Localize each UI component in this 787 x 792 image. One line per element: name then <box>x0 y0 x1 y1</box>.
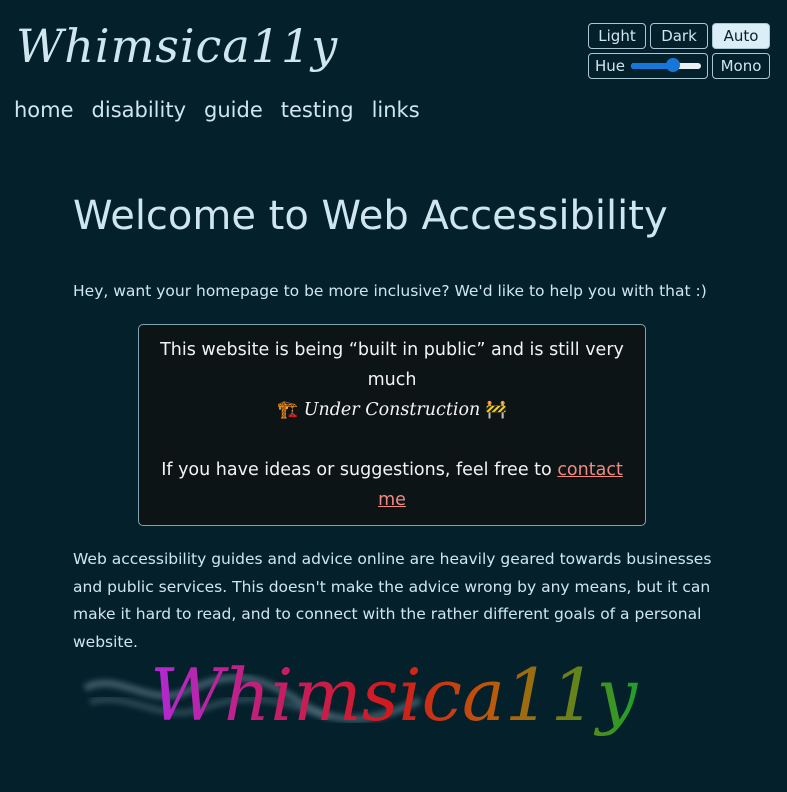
construction-notice: This website is being “built in public” … <box>138 324 646 526</box>
mono-mode-button[interactable]: Mono <box>712 53 770 79</box>
barrier-icon: 🚧 <box>485 400 508 420</box>
banner-text: Whimsica11y <box>150 653 639 737</box>
light-mode-button[interactable]: Light <box>588 23 646 49</box>
site-logo[interactable]: Whimsica11y <box>16 16 338 76</box>
nav-links[interactable]: links <box>372 98 420 122</box>
main-content: Welcome to Web Accessibility Hey, want y… <box>73 190 723 656</box>
main-nav: home disability guide testing links <box>14 98 420 122</box>
ideas-text: If you have ideas or suggestions, feel f… <box>161 460 552 480</box>
nav-disability[interactable]: disability <box>92 98 186 122</box>
whimsically-banner: Whimsica11y <box>83 653 639 737</box>
ideas-line: If you have ideas or suggestions, feel f… <box>153 455 631 515</box>
construction-label: Under Construction <box>303 400 481 420</box>
crane-icon: 🏗️ <box>276 400 299 420</box>
construction-line: 🏗️ Under Construction 🚧 <box>153 395 631 425</box>
theme-controls: Light Dark Auto Hue Mono <box>588 23 770 83</box>
intro-text: Hey, want your homepage to be more inclu… <box>73 282 707 300</box>
nav-guide[interactable]: guide <box>204 98 263 122</box>
notice-spacer <box>153 425 631 455</box>
dark-mode-button[interactable]: Dark <box>650 23 708 49</box>
page-title: Welcome to Web Accessibility <box>73 193 668 239</box>
nav-testing[interactable]: testing <box>281 98 354 122</box>
notice-line: This website is being “built in public” … <box>160 340 624 390</box>
nav-home[interactable]: home <box>14 98 74 122</box>
auto-mode-button[interactable]: Auto <box>712 23 770 49</box>
hue-slider-thumb[interactable] <box>666 58 681 72</box>
hue-slider[interactable] <box>631 58 702 72</box>
hue-control: Hue <box>588 53 708 79</box>
hue-label: Hue <box>595 57 626 75</box>
